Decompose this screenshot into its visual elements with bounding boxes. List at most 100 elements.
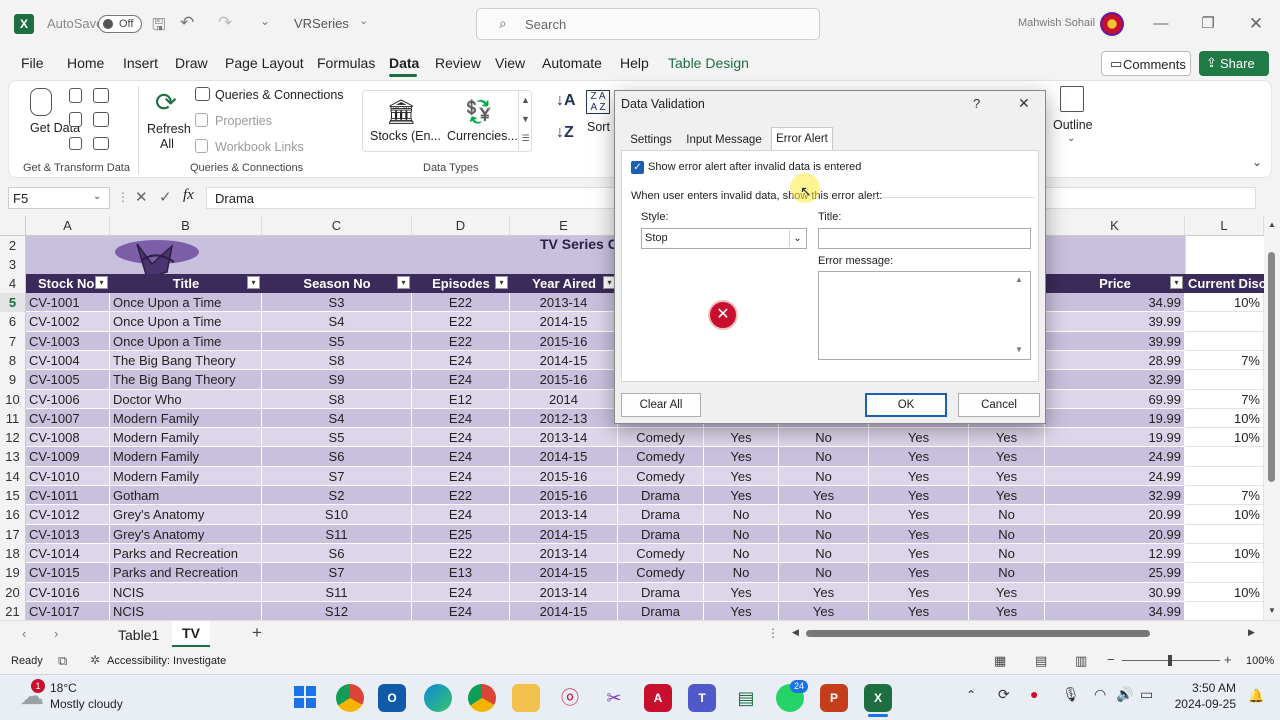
cell-j[interactable]: No bbox=[969, 563, 1045, 583]
cell-i[interactable]: Yes bbox=[869, 486, 969, 505]
cell-b[interactable]: Gotham bbox=[110, 486, 262, 505]
error-message-textarea[interactable] bbox=[818, 271, 1031, 360]
select-all-corner[interactable] bbox=[0, 216, 26, 236]
cell-e[interactable]: 2013-14 bbox=[510, 505, 618, 525]
menu-data[interactable]: Data bbox=[389, 55, 419, 71]
zoom-in-icon[interactable]: + bbox=[1224, 652, 1232, 667]
cell-j[interactable]: Yes bbox=[969, 467, 1045, 486]
row-header[interactable]: 16 bbox=[0, 505, 26, 525]
cell-b[interactable]: The Big Bang Theory bbox=[110, 351, 262, 370]
menu-file[interactable]: File bbox=[21, 55, 44, 71]
office-icon[interactable]: ⓞ bbox=[556, 684, 584, 712]
zoom-slider-thumb[interactable] bbox=[1168, 655, 1172, 666]
cell-k[interactable]: 69.99 bbox=[1045, 390, 1185, 409]
menu-page-layout[interactable]: Page Layout bbox=[225, 55, 304, 71]
cell-l[interactable] bbox=[1185, 525, 1264, 544]
cell-i[interactable]: Yes bbox=[869, 602, 969, 621]
cell-a[interactable]: CV-1014 bbox=[26, 544, 110, 563]
cell-l[interactable]: 10% bbox=[1185, 428, 1264, 447]
cell-h[interactable]: No bbox=[779, 505, 869, 525]
cell-e[interactable]: 2015-16 bbox=[510, 332, 618, 351]
currencies-icon[interactable]: 💱 bbox=[465, 99, 492, 125]
cell-i[interactable]: Yes bbox=[869, 583, 969, 602]
cell-b[interactable]: Once Upon a Time bbox=[110, 293, 262, 312]
cell-f[interactable]: Comedy bbox=[618, 428, 704, 447]
cell-f[interactable]: Drama bbox=[618, 583, 704, 602]
filter-dropdown-icon[interactable]: ▾ bbox=[1170, 276, 1183, 289]
cell-b[interactable]: Parks and Recreation bbox=[110, 563, 262, 583]
scroll-up-icon[interactable]: ▲ bbox=[1268, 220, 1276, 229]
show-error-label[interactable]: Show error alert after invalid data is e… bbox=[648, 161, 861, 173]
cell-a[interactable]: CV-1006 bbox=[26, 390, 110, 409]
edge-icon[interactable] bbox=[424, 684, 452, 712]
cell-a[interactable]: CV-1011 bbox=[26, 486, 110, 505]
cell-c[interactable]: S7 bbox=[262, 467, 412, 486]
row-header[interactable]: 19 bbox=[0, 563, 26, 583]
cell-d[interactable]: E24 bbox=[412, 428, 510, 447]
row-header[interactable]: 13 bbox=[0, 447, 26, 467]
file-name[interactable]: VRSeries bbox=[294, 16, 349, 31]
queries-icon[interactable] bbox=[195, 87, 210, 101]
cell-a[interactable]: CV-1002 bbox=[26, 312, 110, 332]
tray-sync-icon[interactable]: ⟳ bbox=[998, 686, 1010, 703]
cell-d[interactable]: E24 bbox=[412, 467, 510, 486]
horizontal-scroll-thumb[interactable] bbox=[806, 630, 1150, 637]
cell-a[interactable]: CV-1008 bbox=[26, 428, 110, 447]
cell-k[interactable]: 24.99 bbox=[1045, 447, 1185, 467]
row-header[interactable]: 9 bbox=[0, 370, 26, 390]
share-button[interactable]: ⇪ Share bbox=[1199, 51, 1269, 76]
cell-b[interactable]: Grey's Anatomy bbox=[110, 505, 262, 525]
cell-j[interactable]: No bbox=[969, 525, 1045, 544]
cell-g[interactable]: Yes bbox=[704, 428, 779, 447]
scroll-down-icon[interactable]: ▼ bbox=[1268, 606, 1276, 615]
cell-l[interactable] bbox=[1185, 332, 1264, 351]
sort-button[interactable]: Sort bbox=[587, 120, 610, 134]
sort-az-icon[interactable]: ↓A bbox=[556, 92, 576, 110]
battery-icon[interactable]: ▭ bbox=[1140, 686, 1153, 703]
cell-l[interactable]: 10% bbox=[1185, 293, 1264, 312]
cell-d[interactable]: E22 bbox=[412, 486, 510, 505]
cell-k[interactable]: 32.99 bbox=[1045, 486, 1185, 505]
teams-icon[interactable]: T bbox=[688, 684, 716, 712]
filter-dropdown-icon[interactable]: ▾ bbox=[397, 276, 410, 289]
cell-e[interactable]: 2015-16 bbox=[510, 486, 618, 505]
cell-k[interactable]: 34.99 bbox=[1045, 293, 1185, 312]
from-table-icon[interactable] bbox=[69, 112, 82, 127]
filter-dropdown-icon[interactable]: ▾ bbox=[495, 276, 508, 289]
cell-d[interactable]: E24 bbox=[412, 409, 510, 428]
namebox-dropdown-icon[interactable]: ⌄ bbox=[93, 191, 101, 202]
cell-g[interactable]: No bbox=[704, 505, 779, 525]
cell-k[interactable]: 20.99 bbox=[1045, 525, 1185, 544]
cell-l[interactable] bbox=[1185, 467, 1264, 486]
workbook-links-icon[interactable] bbox=[195, 139, 208, 153]
cell-k[interactable]: 24.99 bbox=[1045, 467, 1185, 486]
insert-function-icon[interactable]: fx bbox=[183, 187, 194, 204]
cell-e[interactable]: 2014-15 bbox=[510, 602, 618, 621]
cell-c[interactable]: S7 bbox=[262, 563, 412, 583]
row-header[interactable]: 21 bbox=[0, 602, 26, 621]
cell-a[interactable]: CV-1005 bbox=[26, 370, 110, 390]
menu-draw[interactable]: Draw bbox=[175, 55, 208, 71]
cell-l[interactable]: 7% bbox=[1185, 390, 1264, 409]
refresh-all-button[interactable]: Refresh All bbox=[147, 122, 191, 152]
cell-i[interactable]: Yes bbox=[869, 467, 969, 486]
stocks-icon[interactable]: 🏛 bbox=[386, 98, 416, 127]
excel-taskbar-icon[interactable]: X bbox=[864, 684, 892, 712]
hscroll-right-icon[interactable]: ▶ bbox=[1248, 627, 1255, 638]
textarea-scroll-down-icon[interactable]: ▼ bbox=[1015, 345, 1023, 354]
cell-f[interactable]: Drama bbox=[618, 486, 704, 505]
cell-a[interactable]: CV-1017 bbox=[26, 602, 110, 621]
outlook-icon[interactable]: O bbox=[378, 684, 406, 712]
database-icon[interactable] bbox=[30, 88, 52, 116]
cell-b[interactable]: Once Upon a Time bbox=[110, 332, 262, 351]
cell-l[interactable]: 7% bbox=[1185, 351, 1264, 370]
col-header-e[interactable]: E bbox=[510, 216, 618, 236]
cell-b[interactable]: Modern Family bbox=[110, 428, 262, 447]
sheets-app-icon[interactable]: ▤ bbox=[732, 684, 760, 712]
autosave-toggle[interactable]: Off bbox=[98, 15, 142, 33]
cell-h[interactable]: No bbox=[779, 447, 869, 467]
sheet-tab-tv[interactable]: TV bbox=[172, 621, 210, 647]
cell-d[interactable]: E24 bbox=[412, 351, 510, 370]
tab-input-message[interactable]: Input Message bbox=[685, 129, 763, 151]
cell-a[interactable]: CV-1015 bbox=[26, 563, 110, 583]
